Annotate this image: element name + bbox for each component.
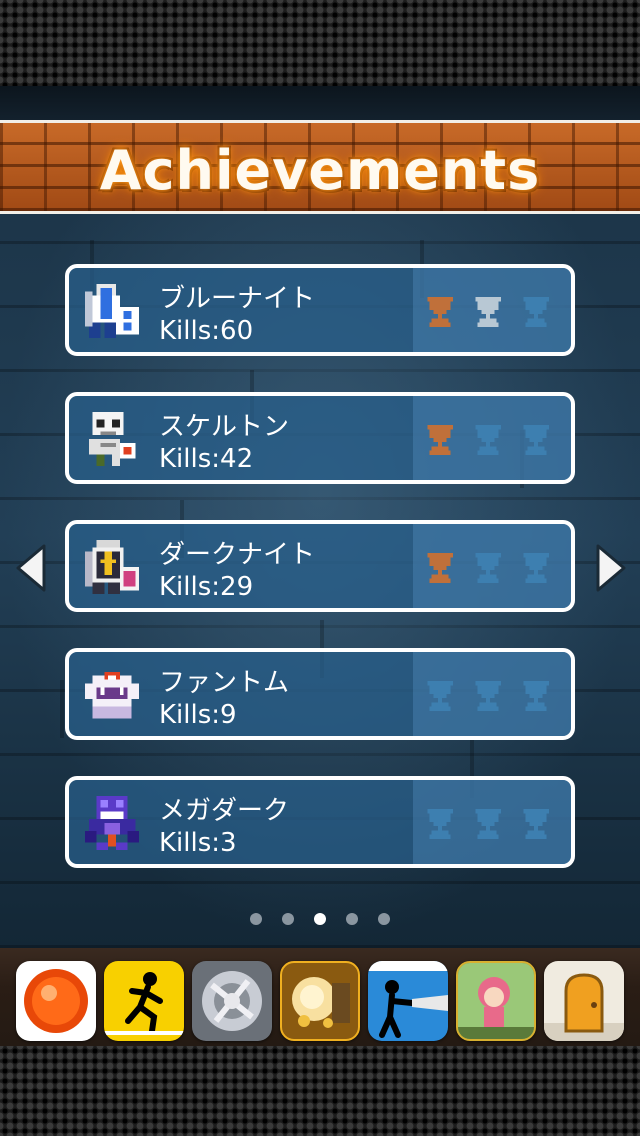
kill-count: Kills:29 bbox=[159, 572, 254, 602]
silver-gear-icon[interactable] bbox=[192, 961, 272, 1041]
mega-dark-icon bbox=[84, 795, 140, 851]
bronze-trophy-icon bbox=[427, 297, 453, 327]
empty-trophy-icon bbox=[475, 809, 501, 839]
page-title: Achievements bbox=[99, 139, 541, 202]
bronze-trophy-icon bbox=[427, 553, 453, 583]
page-dot[interactable] bbox=[378, 913, 390, 925]
enemy-name: ブルーナイト bbox=[159, 284, 316, 314]
page-dot[interactable] bbox=[282, 913, 294, 925]
page-dot-active[interactable] bbox=[314, 913, 326, 925]
top-strip bbox=[0, 86, 640, 120]
empty-trophy-icon bbox=[475, 681, 501, 711]
enemy-name: ファントム bbox=[159, 668, 290, 698]
door-icon[interactable] bbox=[544, 961, 624, 1041]
empty-trophy-icon bbox=[523, 425, 549, 455]
achievement-row[interactable]: スケルトン Kills:42 bbox=[65, 392, 575, 484]
trophy-group bbox=[415, 806, 565, 842]
empty-trophy-icon bbox=[427, 681, 453, 711]
trophy-group bbox=[415, 422, 565, 458]
left-arrow-icon[interactable] bbox=[14, 542, 48, 594]
enemy-name: スケルトン bbox=[159, 412, 290, 442]
pink-hair-girl-icon[interactable] bbox=[456, 961, 536, 1041]
top-grille bbox=[0, 0, 640, 86]
empty-trophy-icon bbox=[523, 553, 549, 583]
orange-ball-icon[interactable] bbox=[16, 961, 96, 1041]
stickman-saw-icon[interactable] bbox=[368, 961, 448, 1041]
bronze-trophy-icon bbox=[427, 425, 453, 455]
page-indicator bbox=[248, 913, 398, 927]
trophy-group bbox=[415, 678, 565, 714]
page-dot[interactable] bbox=[346, 913, 358, 925]
silver-trophy-icon bbox=[475, 297, 501, 327]
kill-count: Kills:42 bbox=[159, 444, 254, 474]
kill-count: Kills:3 bbox=[159, 828, 237, 858]
right-arrow-icon[interactable] bbox=[594, 542, 628, 594]
header-banner: Achievements bbox=[0, 120, 640, 214]
page-dot[interactable] bbox=[250, 913, 262, 925]
skeleton-icon bbox=[88, 411, 136, 467]
achievement-row[interactable]: ブルーナイト Kills:60 bbox=[65, 264, 575, 356]
stickman-running-icon[interactable] bbox=[104, 961, 184, 1041]
empty-trophy-icon bbox=[523, 809, 549, 839]
trophy-group bbox=[415, 294, 565, 330]
kill-count: Kills:9 bbox=[159, 700, 237, 730]
phantom-icon bbox=[84, 671, 140, 719]
blue-knight-icon bbox=[84, 283, 140, 339]
trophy-group bbox=[415, 550, 565, 586]
dark-knight-icon bbox=[84, 539, 140, 595]
achievement-row[interactable]: メガダーク Kills:3 bbox=[65, 776, 575, 868]
achievement-row[interactable]: ダークナイト Kills:29 bbox=[65, 520, 575, 612]
empty-trophy-icon bbox=[475, 553, 501, 583]
app-promo-bar bbox=[0, 948, 640, 1046]
bottom-grille bbox=[0, 1046, 640, 1136]
empty-trophy-icon bbox=[523, 681, 549, 711]
empty-trophy-icon bbox=[427, 809, 453, 839]
kill-count: Kills:60 bbox=[159, 316, 254, 346]
enemy-name: メガダーク bbox=[159, 796, 290, 826]
empty-trophy-icon bbox=[475, 425, 501, 455]
empty-trophy-icon bbox=[523, 297, 549, 327]
achievement-row[interactable]: ファントム Kills:9 bbox=[65, 648, 575, 740]
enemy-name: ダークナイト bbox=[159, 540, 316, 570]
golden-explosion-icon[interactable] bbox=[280, 961, 360, 1041]
